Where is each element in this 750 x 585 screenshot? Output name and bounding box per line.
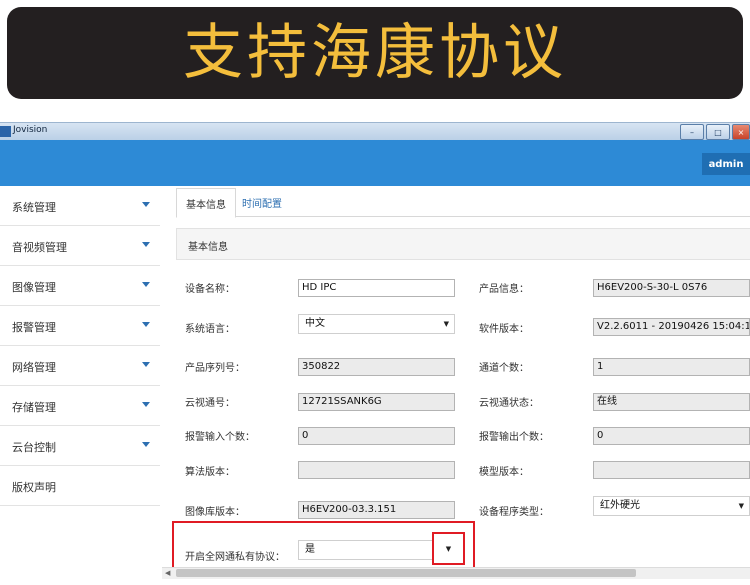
- alarm-out-label: 报警输出个数：: [479, 432, 549, 443]
- serial-field: 350822: [298, 358, 455, 376]
- chevron-down-icon: [142, 362, 150, 367]
- sidebar-item-storage[interactable]: 存储管理: [0, 386, 160, 426]
- horizontal-scrollbar[interactable]: ◀: [162, 567, 750, 579]
- chevron-down-icon: [142, 282, 150, 287]
- app-icon: [0, 126, 11, 137]
- sidebar-item-av[interactable]: 音视频管理: [0, 226, 160, 266]
- language-select[interactable]: 中文 ▼: [298, 314, 455, 334]
- sidebar-item-label: 网络管理: [12, 361, 56, 374]
- chevron-down-icon: ▼: [445, 544, 452, 553]
- chevron-down-icon: [142, 202, 150, 207]
- algo-version-field: [298, 461, 455, 479]
- image-lib-version-field: H6EV200-03.3.151: [298, 501, 455, 519]
- language-label: 系统语言：: [185, 324, 235, 335]
- tab-time-config[interactable]: 时间配置: [236, 188, 288, 216]
- sidebar-item-system[interactable]: 系统管理: [0, 186, 160, 226]
- sidebar-item-label: 云台控制: [12, 441, 56, 454]
- user-menu-button[interactable]: admin: [702, 153, 750, 175]
- window-controls: – □ ×: [678, 124, 750, 140]
- alarm-in-label: 报警输入个数：: [185, 432, 255, 443]
- sidebar-item-network[interactable]: 网络管理: [0, 346, 160, 386]
- tab-bar: 基本信息 时间配置: [176, 188, 750, 218]
- window-title: Jovision: [13, 125, 48, 135]
- tab-basic-info[interactable]: 基本信息: [176, 188, 236, 218]
- private-protocol-select-value: 是: [305, 544, 315, 555]
- cloud-id-label: 云视通号：: [185, 398, 235, 409]
- software-version-label: 软件版本：: [479, 324, 529, 335]
- language-select-value: 中文: [305, 318, 325, 329]
- app-header: admin: [0, 140, 750, 186]
- cloud-status-label: 云视通状态：: [479, 398, 539, 409]
- chevron-down-icon: [142, 242, 150, 247]
- sidebar-item-label: 版权声明: [12, 481, 56, 494]
- device-type-label: 设备程序类型：: [479, 507, 549, 518]
- algo-version-label: 算法版本：: [185, 467, 235, 478]
- chevron-down-icon: [142, 322, 150, 327]
- chevron-down-icon: [142, 442, 150, 447]
- channels-field: 1: [593, 358, 750, 376]
- maximize-button[interactable]: □: [706, 124, 730, 140]
- sidebar-item-label: 音视频管理: [12, 241, 67, 254]
- chevron-down-icon: [142, 402, 150, 407]
- sidebar-item-alarm[interactable]: 报警管理: [0, 306, 160, 346]
- section-title: 基本信息: [188, 242, 228, 253]
- serial-label: 产品序列号：: [185, 363, 245, 374]
- chevron-down-icon: ▼: [738, 502, 744, 510]
- sidebar-item-image[interactable]: 图像管理: [0, 266, 160, 306]
- window-titlebar[interactable]: Jovision – □ ×: [0, 122, 750, 141]
- private-protocol-dropdown-button[interactable]: ▼: [432, 532, 465, 565]
- device-type-select-value: 红外硬光: [600, 500, 640, 511]
- product-info-field: H6EV200-S-30-L 0S76: [593, 279, 750, 297]
- product-info-label: 产品信息：: [479, 284, 529, 295]
- image-lib-version-label: 图像库版本：: [185, 507, 245, 518]
- section-header: 基本信息: [176, 228, 750, 260]
- device-name-label: 设备名称：: [185, 284, 235, 295]
- sidebar-item-ptz[interactable]: 云台控制: [0, 426, 160, 466]
- cloud-status-field: 在线: [593, 393, 750, 411]
- sidebar-item-label: 报警管理: [12, 321, 56, 334]
- scrollbar-thumb[interactable]: [176, 569, 636, 577]
- device-type-select[interactable]: 红外硬光 ▼: [593, 496, 750, 516]
- alarm-in-field: 0: [298, 427, 455, 445]
- banner-title: 支持海康协议: [183, 18, 567, 88]
- chevron-down-icon: ▼: [443, 320, 449, 328]
- scroll-left-icon[interactable]: ◀: [165, 569, 170, 577]
- sidebar-item-label: 图像管理: [12, 281, 56, 294]
- minimize-button[interactable]: –: [680, 124, 704, 140]
- cloud-id-field: 12721SSANK6G: [298, 393, 455, 411]
- promo-banner: 支持海康协议: [7, 7, 743, 99]
- sidebar: 系统管理 音视频管理 图像管理 报警管理 网络管理 存储管理 云台控制 版权声明: [0, 186, 160, 585]
- close-button[interactable]: ×: [732, 124, 750, 140]
- sidebar-item-copyright[interactable]: 版权声明: [0, 466, 160, 506]
- sidebar-item-label: 存储管理: [12, 401, 56, 414]
- model-version-label: 模型版本：: [479, 467, 529, 478]
- channels-label: 通道个数：: [479, 363, 529, 374]
- device-name-field[interactable]: HD IPC: [298, 279, 455, 297]
- private-protocol-label: 开启全网通私有协议：: [185, 552, 285, 563]
- sidebar-item-label: 系统管理: [12, 201, 56, 214]
- model-version-field: [593, 461, 750, 479]
- software-version-field: V2.2.6011 - 20190426 15:04:18: [593, 318, 750, 336]
- alarm-out-field: 0: [593, 427, 750, 445]
